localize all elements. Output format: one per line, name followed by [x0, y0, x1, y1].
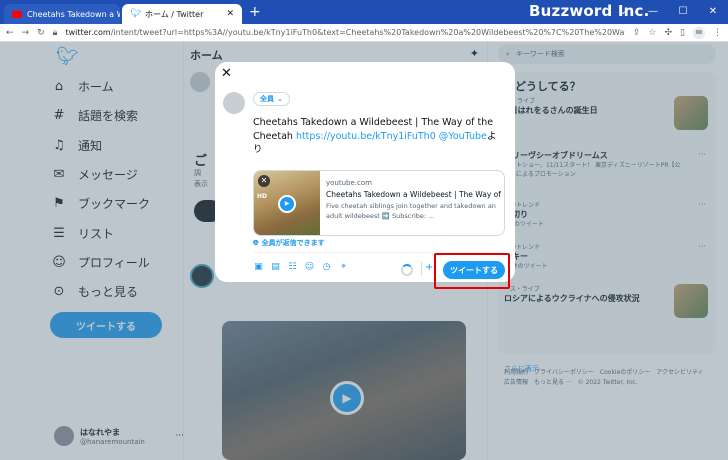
- browser-titlebar: Cheetahs Takedown a Wildebeest ✕ 🐦︎ ホーム …: [0, 0, 728, 24]
- tab-label: ホーム / Twitter: [145, 9, 204, 19]
- url-host: twitter.com: [65, 28, 111, 37]
- forward-icon[interactable]: →: [22, 28, 30, 38]
- globe-icon: 🌐︎: [253, 238, 259, 247]
- lock-icon: 🔒︎: [52, 27, 58, 38]
- chevron-down-icon[interactable]: ⌄: [608, 0, 638, 24]
- star-icon[interactable]: ☆: [648, 28, 656, 38]
- close-window-button[interactable]: ✕: [698, 0, 728, 24]
- card-description: Five cheetah siblings join together and …: [326, 202, 496, 220]
- reload-icon[interactable]: ↻: [37, 28, 45, 38]
- window-controls: ⌄ — ☐ ✕: [608, 0, 728, 24]
- profile-avatar[interactable]: ⅢⅢ: [693, 26, 705, 39]
- image-icon[interactable]: ▣: [253, 262, 264, 273]
- highlight-box: [434, 253, 510, 289]
- close-icon[interactable]: ✕: [226, 9, 234, 19]
- hd-badge: HD: [257, 193, 268, 200]
- divider: [421, 262, 422, 276]
- close-icon[interactable]: ✕: [221, 66, 232, 81]
- avatar: [223, 92, 245, 114]
- minimize-button[interactable]: —: [638, 0, 668, 24]
- tab-youtube[interactable]: Cheetahs Takedown a Wildebeest ✕: [4, 4, 120, 24]
- share-icon[interactable]: ⇪: [633, 28, 641, 38]
- add-thread-icon[interactable]: +: [425, 262, 433, 273]
- card-body: youtube.com Cheetahs Takedown a Wildebee…: [326, 179, 502, 221]
- compose-tweet-dialog: ✕ 全員 ⌄ Cheetahs Takedown a Wildebeest | …: [215, 62, 515, 282]
- card-domain: youtube.com: [326, 179, 372, 187]
- tweet-text-input[interactable]: Cheetahs Takedown a Wildebeest | The Way…: [253, 116, 499, 157]
- schedule-icon[interactable]: ◷: [321, 262, 332, 273]
- new-tab-button[interactable]: +: [249, 4, 261, 20]
- emoji-icon[interactable]: ☺: [304, 262, 315, 273]
- tab-twitter[interactable]: 🐦︎ ホーム / Twitter ✕: [122, 4, 242, 24]
- menu-icon[interactable]: ⋮: [713, 28, 722, 38]
- link-preview-card[interactable]: ✕ HD ▶ youtube.com Cheetahs Takedown a W…: [253, 170, 505, 236]
- twitter-icon: 🐦︎: [130, 9, 142, 19]
- url-input[interactable]: twitter.com/intent/tweet?url=https%3A//y…: [65, 28, 624, 37]
- audience-label: 全員: [260, 95, 274, 103]
- chevron-down-icon: ⌄: [277, 95, 283, 103]
- poll-icon[interactable]: ☷: [287, 262, 298, 273]
- maximize-button[interactable]: ☐: [668, 0, 698, 24]
- extension-icon[interactable]: ✣: [665, 28, 673, 38]
- audience-selector[interactable]: 全員 ⌄: [253, 92, 290, 106]
- sidepanel-icon[interactable]: ▯: [680, 28, 685, 38]
- reply-setting-label: 全員が返信できます: [261, 239, 325, 247]
- card-title: Cheetahs Takedown a Wildebeest | The Way…: [326, 190, 502, 199]
- location-icon[interactable]: ⌖: [338, 262, 349, 273]
- back-icon[interactable]: ←: [6, 28, 14, 38]
- reply-setting[interactable]: 🌐︎ 全員が返信できます: [253, 238, 325, 248]
- youtube-icon: [12, 10, 22, 18]
- play-icon: ▶: [278, 195, 296, 213]
- url-path: /intent/tweet?url=https%3A//youtu.be/kTn…: [110, 28, 625, 37]
- tab-label: Cheetahs Takedown a Wildebeest: [27, 9, 120, 19]
- close-icon[interactable]: ✕: [258, 175, 270, 187]
- address-bar: ← → ↻ 🔒︎ twitter.com/intent/tweet?url=ht…: [0, 24, 728, 42]
- compose-toolbar: ▣ ▤ ☷ ☺ ◷ ⌖: [253, 262, 349, 273]
- tweet-mention: @YouTube: [438, 130, 487, 142]
- tweet-link: https://youtu.be/kTny1iFuTh0: [295, 130, 436, 142]
- gif-icon[interactable]: ▤: [270, 262, 281, 273]
- card-thumbnail: ✕ HD ▶: [254, 171, 320, 235]
- character-count-ring: [401, 264, 413, 276]
